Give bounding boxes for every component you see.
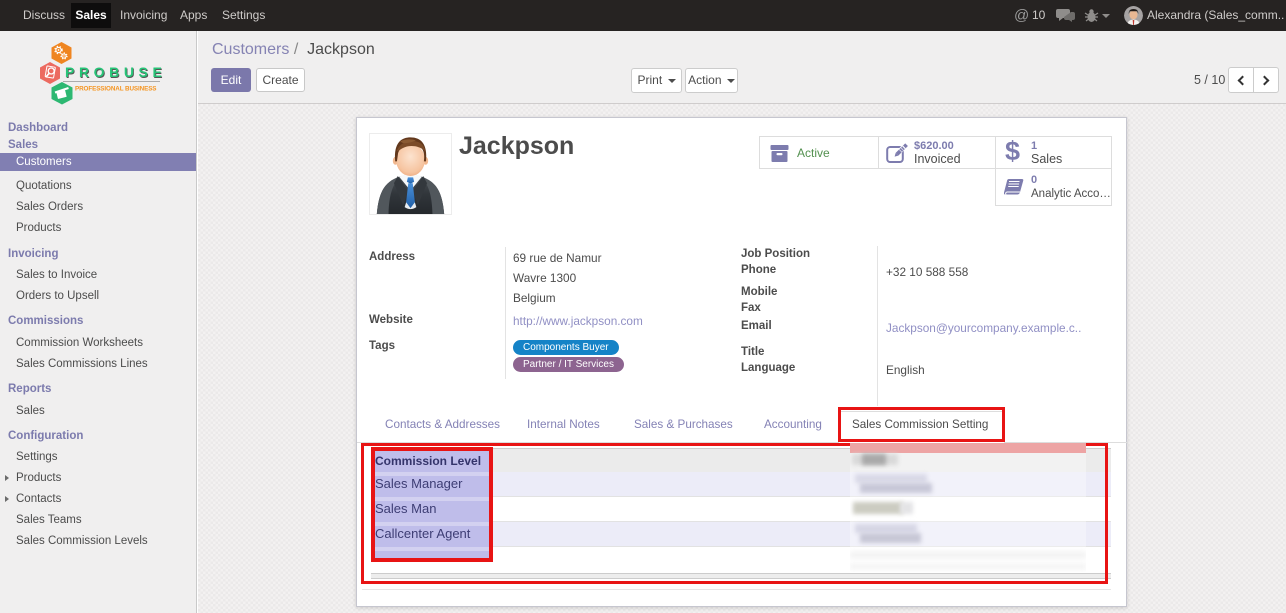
svg-text:PROFESSIONAL BUSINESS: PROFESSIONAL BUSINESS bbox=[75, 86, 156, 93]
svg-text:PROBUSE: PROBUSE bbox=[65, 64, 166, 80]
